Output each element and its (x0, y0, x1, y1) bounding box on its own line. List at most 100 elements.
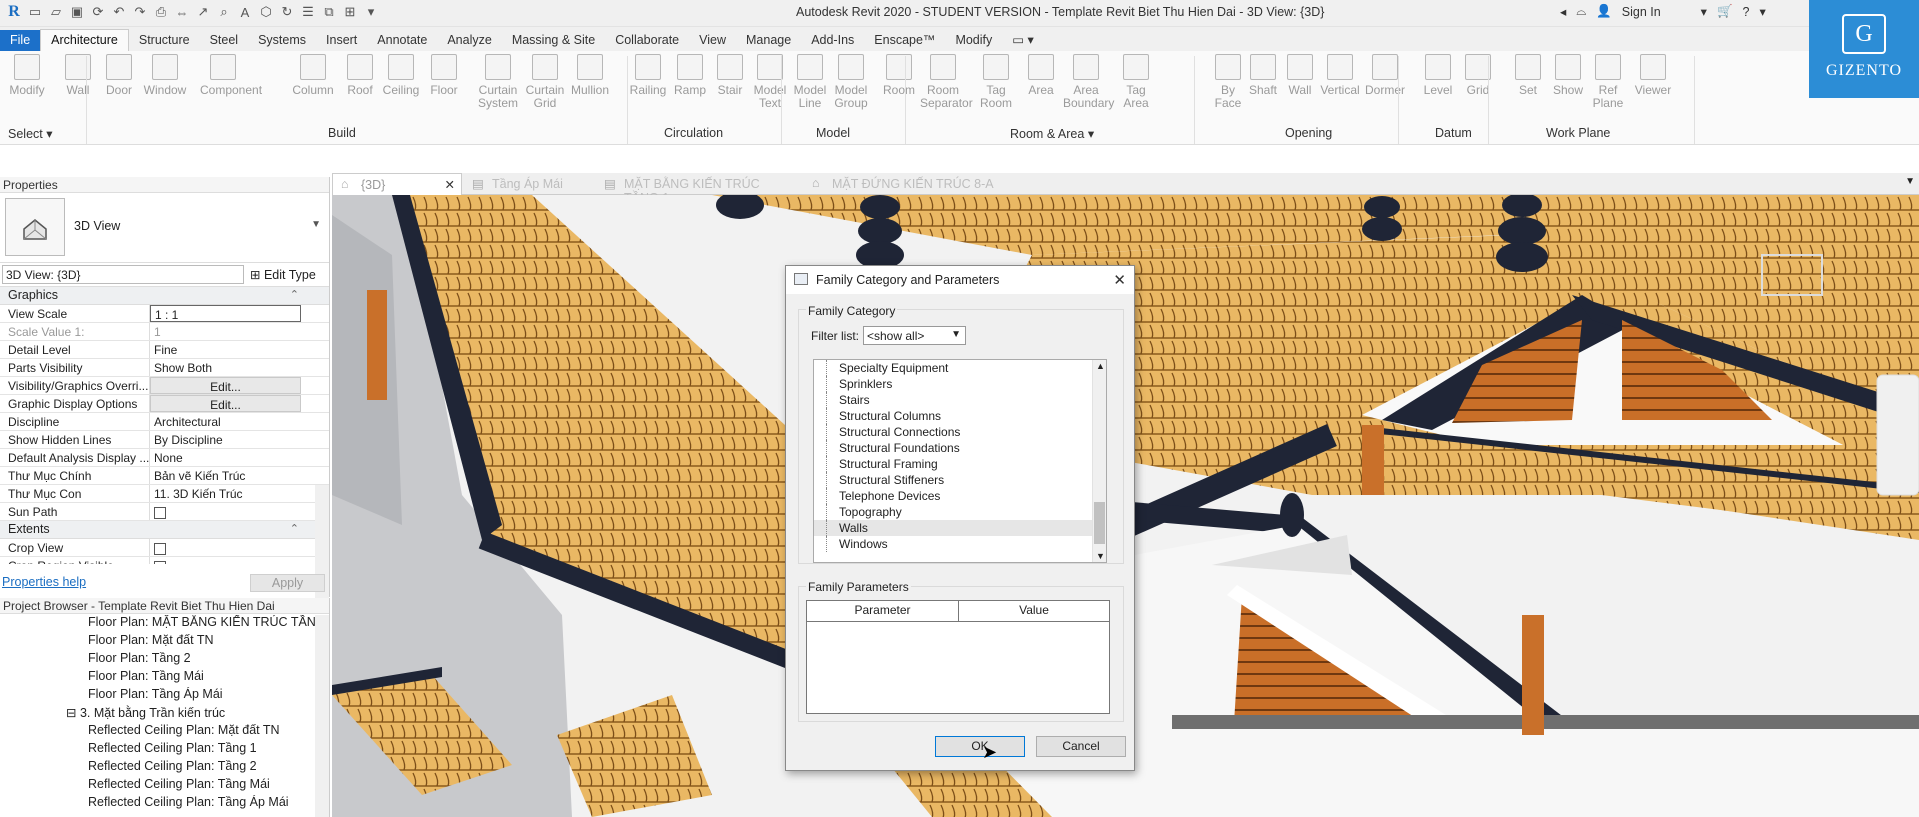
tab-annotate[interactable]: Annotate (367, 30, 437, 51)
ribbon-button-dormer[interactable]: Dormer (1362, 54, 1408, 97)
sync-icon[interactable]: ⟳ (90, 4, 106, 20)
properties-section-graphics[interactable]: Graphics ⌃ (0, 287, 329, 305)
ribbon-button-model-group[interactable]: Model Group (828, 54, 874, 110)
tree-item[interactable]: ⊟ 3. Mặt bằng Trần kiến trúc (0, 705, 329, 723)
tab-collaborate[interactable]: Collaborate (605, 30, 689, 51)
ribbon-button-curtain-system[interactable]: Curtain System (475, 54, 521, 110)
tab-add-ins[interactable]: Add-Ins (801, 30, 864, 51)
open-icon[interactable]: ▭ (27, 4, 43, 20)
text-icon[interactable]: A (237, 4, 253, 20)
tab-enscape[interactable]: Enscape™ (864, 30, 945, 51)
close-icon[interactable]: ✕ (1113, 271, 1126, 289)
ribbon-button-area[interactable]: Area (1018, 54, 1064, 97)
filter-list-select[interactable]: <show all> ▼ (863, 326, 966, 345)
property-value[interactable]: 11. 3D Kiến Trúc (150, 485, 301, 502)
property-value[interactable]: Bản vẽ Kiến Trúc (150, 467, 301, 484)
sections-icon[interactable]: ↻ (279, 4, 295, 20)
tag-icon[interactable]: ⌕ (216, 4, 232, 20)
ok-button[interactable]: OK (935, 736, 1025, 757)
category-item-windows[interactable]: Windows (814, 536, 1106, 552)
tree-item[interactable]: Floor Plan: Tầng Mái (0, 669, 329, 687)
ribbon-button-floor[interactable]: Floor (421, 54, 467, 97)
category-item-structural-columns[interactable]: Structural Columns (814, 408, 1106, 424)
cart-icon[interactable]: 🛒 (1717, 4, 1733, 19)
close-icon[interactable]: ✕ (445, 177, 455, 192)
ribbon-button-tag-room[interactable]: Tag Room (973, 54, 1019, 110)
properties-help-link[interactable]: Properties help (2, 575, 86, 589)
chevron-down-icon[interactable]: ▾ (1701, 4, 1707, 19)
help-icon[interactable]: ? (1743, 5, 1750, 19)
collapse-icon[interactable]: ⌃ (290, 288, 299, 301)
category-item-structural-stiffeners[interactable]: Structural Stiffeners (814, 472, 1106, 488)
ribbon-button-window[interactable]: Window (142, 54, 188, 97)
ribbon-button-viewer[interactable]: Viewer (1630, 54, 1676, 97)
ribbon-button-model-line[interactable]: Model Line (787, 54, 833, 110)
thin-lines-icon[interactable]: ☰ (300, 4, 316, 20)
ribbon-button-modify[interactable]: Modify (4, 54, 50, 97)
tree-item[interactable]: Reflected Ceiling Plan: Tầng Mái (0, 777, 329, 795)
ribbon-button-room[interactable]: Room (876, 54, 922, 97)
tree-item[interactable]: Reflected Ceiling Plan: Mặt đất TN (0, 723, 329, 741)
category-item-sprinklers[interactable]: Sprinklers (814, 376, 1106, 392)
project-browser-scrollbar[interactable] (315, 615, 329, 817)
ribbon-button-room-separator[interactable]: Room Separator (920, 54, 973, 110)
category-item-telephone-devices[interactable]: Telephone Devices (814, 488, 1106, 504)
tree-item[interactable]: Floor Plan: MẶT BẰNG KIẾN TRÚC TẦNG 1 (0, 615, 329, 633)
property-value[interactable] (150, 557, 301, 564)
tree-item[interactable]: Floor Plan: Mặt đất TN (0, 633, 329, 651)
sign-in-link[interactable]: Sign In (1622, 5, 1661, 19)
ribbon-button-roof[interactable]: Roof (337, 54, 383, 97)
category-list[interactable]: Specialty Equipment Sprinklers Stairs Struc… (813, 359, 1107, 563)
property-value[interactable]: None (150, 449, 301, 466)
tree-item[interactable]: Reflected Ceiling Plan: Tầng Áp Mái (0, 795, 329, 813)
tab-systems[interactable]: Systems (248, 30, 316, 51)
save-icon[interactable]: ▣ (69, 4, 85, 20)
user-icon[interactable]: 👤 (1596, 4, 1612, 19)
tab-structure[interactable]: Structure (129, 30, 200, 51)
category-item-stairs[interactable]: Stairs (814, 392, 1106, 408)
property-value[interactable]: Show Both (150, 359, 301, 376)
tab-steel[interactable]: Steel (200, 30, 249, 51)
arrow-left-icon[interactable]: ◂ (1560, 4, 1566, 19)
property-value[interactable]: Architectural (150, 413, 301, 430)
tab-architecture[interactable]: Architecture (40, 29, 129, 51)
type-selector[interactable]: 3D View ▼ (0, 193, 329, 263)
undo-icon[interactable]: ↶ (111, 4, 127, 20)
type-dropdown-icon[interactable]: ▼ (311, 219, 321, 230)
collapse-icon[interactable]: ⌃ (290, 522, 299, 535)
category-item-specialty-equipment[interactable]: Specialty Equipment (814, 360, 1106, 376)
category-item-structural-connections[interactable]: Structural Connections (814, 424, 1106, 440)
checkbox[interactable] (154, 542, 166, 555)
edit-type-button[interactable]: ⊞ Edit Type (250, 267, 316, 282)
tree-item[interactable]: Floor Plan: Tầng Áp Mái (0, 687, 329, 705)
ribbon-button-column[interactable]: Column (290, 54, 336, 97)
measure-icon[interactable]: ⇔ (174, 4, 190, 20)
close-hidden-windows-icon[interactable]: ⧉ (321, 4, 337, 20)
property-value[interactable]: Edit... (150, 377, 301, 394)
ribbon-options-icon[interactable]: ▭ ▾ (1002, 29, 1044, 51)
checkbox[interactable] (154, 506, 166, 519)
ribbon-button-grid[interactable]: Grid (1455, 54, 1501, 97)
tab-manage[interactable]: Manage (736, 30, 801, 51)
tree-item[interactable]: Floor Plan: Tầng 2 (0, 651, 329, 669)
ribbon-button-curtain-grid[interactable]: Curtain Grid (522, 54, 568, 110)
view-tab-m-t-b-ng-ki-n-tr-c-t-ng-1[interactable]: ▤MẶT BẰNG KIẾN TRÚC TẦNG 1 (596, 173, 802, 205)
ribbon-button-wall[interactable]: Wall (55, 54, 101, 97)
redo-icon[interactable]: ↷ (132, 4, 148, 20)
binoculars-icon[interactable]: ⌓ (1576, 4, 1586, 19)
folder-icon[interactable]: ▱ (48, 4, 64, 20)
ribbon-button-area-boundary[interactable]: Area Boundary (1063, 54, 1114, 110)
properties-section-extents[interactable]: Extents ⌃ (0, 521, 329, 539)
tree-item[interactable]: Reflected Ceiling Plan: Tầng 1 (0, 741, 329, 759)
property-value[interactable]: By Discipline (150, 431, 301, 448)
print-icon[interactable]: ⎙ (153, 4, 169, 20)
switch-windows-icon[interactable]: ⊞ (342, 4, 358, 20)
property-value[interactable] (150, 503, 301, 520)
category-item-topography[interactable]: Topography (814, 504, 1106, 520)
default-3d-view-icon[interactable]: ⬡ (258, 4, 274, 20)
property-value[interactable]: Edit... (150, 395, 301, 412)
apply-button[interactable]: Apply (250, 574, 325, 592)
help-dropdown-icon[interactable]: ▾ (1759, 4, 1765, 19)
checkbox[interactable] (154, 560, 166, 564)
ribbon-button-vertical[interactable]: Vertical (1317, 54, 1363, 97)
